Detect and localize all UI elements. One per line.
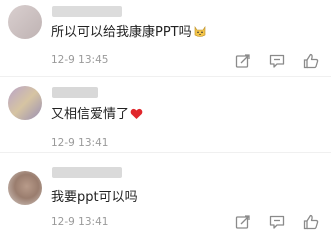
like-icon[interactable] [303,53,319,69]
comment-body: 所以可以给我康康PPT吗 [51,25,192,40]
comment-text: 我要ppt可以吗 [51,189,138,207]
username-blurred[interactable] [52,167,122,178]
reply-icon[interactable] [269,214,285,230]
divider [0,152,331,153]
comment-item: 又相信爱情了 12-9 13:41 [0,78,331,150]
comment-text: 又相信爱情了 [51,106,143,126]
comment-body: 又相信爱情了 [51,107,130,122]
comment-timestamp: 12-9 13:45 [51,54,109,66]
comment-text: 所以可以给我康康PPT吗 [51,24,207,44]
share-icon[interactable] [235,53,251,69]
share-icon[interactable] [235,214,251,230]
divider [0,76,331,77]
comment-item: 我要ppt可以吗 12-9 13:41 [0,154,331,242]
comment-item: 所以可以给我康康PPT吗 12-9 13:45 [0,0,331,72]
like-icon[interactable] [303,214,319,230]
avatar[interactable] [8,5,42,39]
reply-icon[interactable] [269,53,285,69]
cat-emoji-icon [193,24,207,44]
comment-body: 我要ppt可以吗 [51,190,138,205]
comment-timestamp: 12-9 13:41 [51,137,109,149]
avatar[interactable] [8,86,42,120]
username-blurred[interactable] [52,6,122,17]
username-blurred[interactable] [52,87,98,98]
comment-timestamp: 12-9 13:41 [51,216,109,228]
avatar[interactable] [8,171,42,205]
red-heart-icon [130,108,143,126]
